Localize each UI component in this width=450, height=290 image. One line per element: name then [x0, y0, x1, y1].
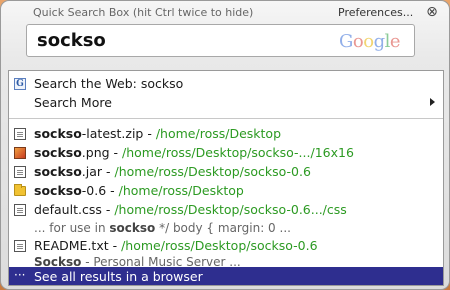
see-all-results-label: See all results in a browser [34, 269, 203, 284]
list-item[interactable]: default.css - /home/ross/Desktop/sockso-… [9, 201, 443, 219]
search-more-item[interactable]: Search More [9, 94, 443, 112]
list-item[interactable]: sockso.jar - /home/ross/Desktop/sockso-0… [9, 163, 443, 181]
preferences-link[interactable]: Preferences... [338, 6, 413, 19]
list-item[interactable]: sockso-latest.zip - /home/ross/Desktop [9, 125, 443, 143]
list-item[interactable]: sockso.png - /home/ross/Desktop/sockso-.… [9, 144, 443, 162]
search-web-item[interactable]: G Search the Web: sockso [9, 75, 443, 93]
title-bar: Quick Search Box (hit Ctrl twice to hide… [1, 1, 449, 23]
search-query[interactable]: sockso [37, 30, 106, 51]
result-snippet: ... for use in sockso */ body { margin: … [34, 221, 291, 235]
file-path: /home/ross/Desktop [155, 126, 282, 141]
see-all-results-button[interactable]: ··· See all results in a browser [9, 267, 443, 285]
list-item[interactable]: README.txt - /home/ross/Desktop/sockso-0… [9, 237, 443, 255]
search-more-label: Search More [34, 95, 112, 110]
file-path: /home/ross/Desktop/sockso-0.6.../css [114, 202, 347, 217]
document-icon [14, 166, 26, 178]
list-item[interactable]: sockso-0.6 - /home/ross/Desktop [9, 182, 443, 200]
more-dots-icon: ··· [14, 268, 26, 282]
google-logo: Google [339, 31, 401, 52]
folder-icon [14, 184, 26, 196]
file-path: /home/ross/Desktop [118, 183, 244, 198]
submenu-arrow-icon [430, 98, 435, 106]
quick-search-window: Quick Search Box (hit Ctrl twice to hide… [0, 0, 450, 290]
results-list: G Search the Web: sockso Search More soc… [8, 70, 444, 286]
file-path: /home/ross/Desktop/sockso-.../16x16 [122, 145, 354, 160]
google-icon: G [14, 78, 26, 90]
file-path: /home/ross/Desktop/sockso-0.6 [121, 238, 318, 253]
document-icon [14, 240, 26, 252]
divider [9, 118, 443, 119]
file-path: /home/ross/Desktop/sockso-0.6 [114, 164, 311, 179]
close-icon[interactable]: ⊗ [424, 4, 440, 20]
search-input[interactable]: sockso Google [26, 24, 415, 57]
search-web-label: Search the Web: sockso [34, 76, 184, 91]
document-icon [14, 204, 26, 216]
window-title: Quick Search Box (hit Ctrl twice to hide… [33, 6, 254, 19]
image-file-icon [14, 147, 26, 159]
document-icon [14, 128, 26, 140]
